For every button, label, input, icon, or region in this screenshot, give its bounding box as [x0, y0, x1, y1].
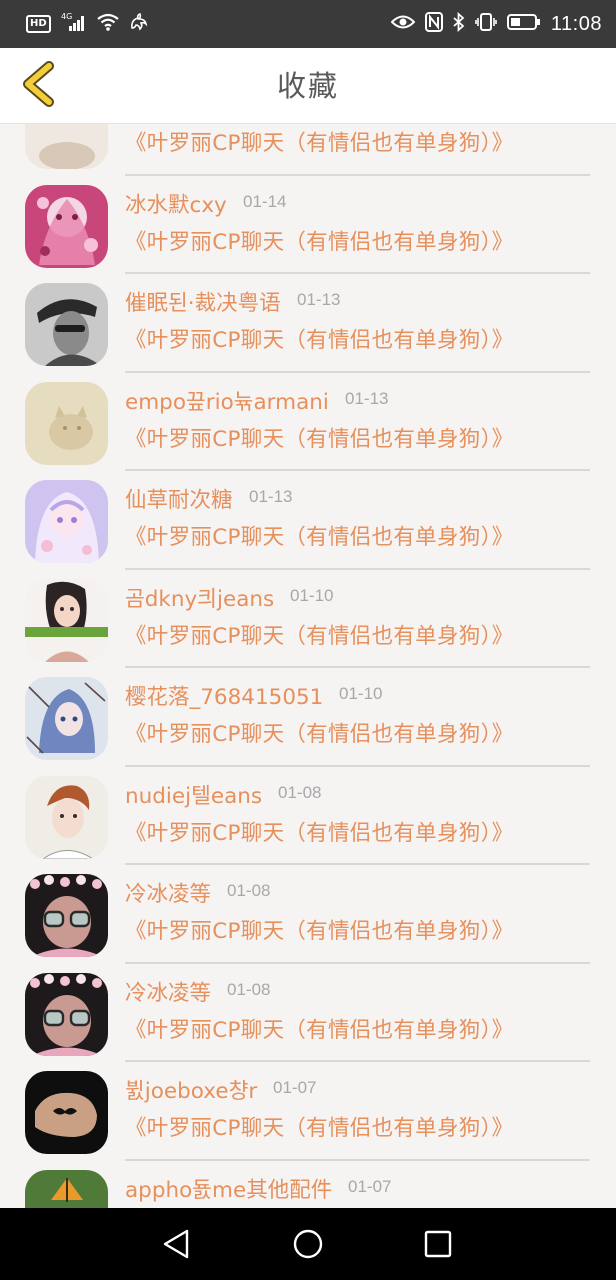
favorite-list-item[interactable]: 仙草耐次糖 01-13 《叶罗丽CP聊天（有情侣也有单身狗）》	[0, 471, 616, 570]
item-date: 01-08	[278, 782, 322, 802]
favorites-list-inner: 《叶罗丽CP聊天（有情侣也有单身狗）》 冰水默cxy 01-14 《叶罗丽CP聊天（有…	[0, 124, 616, 1208]
nav-home-button[interactable]	[288, 1224, 328, 1264]
user-avatar[interactable]	[25, 677, 108, 760]
user-name[interactable]: 冷冰凌等	[125, 877, 211, 908]
user-avatar[interactable]	[25, 283, 108, 366]
item-text-block: 곰dkny킈jeans 01-10 《叶罗丽CP聊天（有情侣也有单身狗）》	[125, 570, 590, 668]
favorite-list-item[interactable]: 뷠joeboxe챵r 01-07 《叶罗丽CP聊天（有情侣也有单身狗）》	[0, 1062, 616, 1161]
user-avatar[interactable]	[25, 1169, 108, 1208]
status-left: HD 4G	[26, 12, 149, 36]
favorite-list-item[interactable]: 樱花落_768415051 01-10 《叶罗丽CP聊天（有情侣也有单身狗）》	[0, 668, 616, 767]
item-text-block: 冷冰凌等 01-08 《叶罗丽CP聊天（有情侣也有单身狗）》	[125, 865, 590, 964]
user-name[interactable]: 仙草耐次糖	[125, 483, 233, 514]
item-date: 01-13	[297, 290, 341, 309]
favorite-list-item[interactable]: 《叶罗丽CP聊天（有情侣也有单身狗）》	[0, 124, 616, 176]
bluetooth-icon	[453, 11, 465, 36]
item-text-block: 仙草耐次糖 01-13 《叶罗丽CP聊天（有情侣也有单身狗）》	[125, 471, 590, 570]
vibrate-icon	[475, 12, 497, 36]
favorite-title-link[interactable]: 《叶罗丽CP聊天（有情侣也有单身狗）》	[125, 1013, 513, 1044]
favorite-list-item[interactable]: 곰dkny킈jeans 01-10 《叶罗丽CP聊天（有情侣也有单身狗）》	[0, 570, 616, 668]
item-text-block: nudiej텔eans 01-08 《叶罗丽CP聊天（有情侣也有单身狗）》	[125, 767, 590, 865]
back-triangle-icon	[163, 1229, 189, 1259]
favorite-list-item[interactable]: 冷冰凌等 01-08 《叶罗丽CP聊天（有情侣也有单身狗）》	[0, 964, 616, 1062]
item-text-block: 催眠된·裁决粤语 01-13 《叶罗丽CP聊天（有情侣也有单身狗）》	[125, 274, 590, 373]
user-name[interactable]: empo끞rio뉶armani	[125, 385, 329, 416]
item-date: 01-10	[290, 585, 334, 605]
favorite-title-link[interactable]: 《叶罗丽CP聊天（有情侣也有单身狗）》	[125, 422, 513, 453]
user-name[interactable]: 樱花落_768415051	[125, 680, 323, 711]
wifi-icon	[96, 13, 119, 35]
nav-back-button[interactable]	[156, 1224, 196, 1264]
favorite-list-item[interactable]: nudiej텔eans 01-08 《叶罗丽CP聊天（有情侣也有单身狗）》	[0, 767, 616, 865]
favorite-title-link[interactable]: 《叶罗丽CP聊天（有情侣也有单身狗）》	[125, 914, 513, 945]
app-header: 收藏	[0, 48, 616, 124]
item-date: 01-14	[243, 191, 287, 211]
item-text-block: empo끞rio뉶armani 01-13 《叶罗丽CP聊天（有情侣也有单身狗）》	[125, 373, 590, 471]
recents-square-icon	[424, 1230, 452, 1258]
user-name[interactable]: 뷠joeboxe챵r	[125, 1074, 257, 1105]
user-avatar[interactable]	[25, 578, 108, 662]
favorite-title-link[interactable]: 《叶罗丽CP聊天（有情侣也有单身狗）》	[125, 816, 513, 847]
nav-recents-button[interactable]	[418, 1224, 458, 1264]
item-date: 01-08	[227, 881, 271, 900]
user-avatar[interactable]	[25, 184, 108, 268]
app-notification-icon	[129, 12, 149, 36]
favorite-title-link[interactable]: 《叶罗丽CP聊天（有情侣也有单身狗）》	[125, 619, 513, 650]
user-name[interactable]: 곰dkny킈jeans	[125, 582, 274, 613]
favorite-title-link[interactable]: 《叶罗丽CP聊天（有情侣也有单身狗）》	[125, 520, 513, 551]
user-avatar[interactable]	[25, 775, 108, 859]
page-title: 收藏	[276, 69, 339, 103]
user-name[interactable]: appho둀me其他配件	[125, 1173, 332, 1204]
favorite-list-item[interactable]: 冰水默cxy 01-14 《叶罗丽CP聊天（有情侣也有单身狗）》	[0, 176, 616, 274]
user-avatar[interactable]	[25, 480, 108, 563]
status-time: 11:08	[550, 12, 602, 35]
status-right: 11:08	[390, 11, 602, 36]
item-date: 01-10	[339, 684, 383, 703]
item-date: 01-08	[227, 979, 271, 999]
favorites-list[interactable]: 《叶罗丽CP聊天（有情侣也有单身狗）》 冰水默cxy 01-14 《叶罗丽CP聊天（有…	[0, 124, 616, 1208]
user-name[interactable]: 冷冰凌等	[125, 976, 211, 1007]
item-text-block: appho둀me其他配件01-07《叶罗丽CP聊天（有情侣也有单身狗）》	[125, 1161, 590, 1209]
item-date: 01-13	[249, 487, 293, 506]
item-date: 01-13	[345, 388, 389, 408]
user-avatar[interactable]	[25, 124, 108, 169]
user-name[interactable]: 催眠된·裁决粤语	[125, 286, 281, 317]
signal-icon: 4G	[61, 12, 87, 36]
item-text-block: 冰水默cxy 01-14 《叶罗丽CP聊天（有情侣也有单身狗）》	[125, 176, 590, 274]
item-date: 01-07	[348, 1176, 392, 1196]
user-avatar[interactable]	[25, 1071, 108, 1154]
hd-badge: HD	[26, 15, 51, 33]
user-name[interactable]: 冰水默cxy	[125, 188, 227, 219]
favorite-title-link[interactable]: 《叶罗丽CP聊天（有情侣也有单身狗）》	[125, 717, 513, 748]
home-circle-icon	[293, 1229, 323, 1259]
item-text-block: 冷冰凌等 01-08 《叶罗丽CP聊天（有情侣也有单身狗）》	[125, 964, 590, 1062]
favorite-list-item[interactable]: 冷冰凌等 01-08 《叶罗丽CP聊天（有情侣也有单身狗）》	[0, 865, 616, 964]
eye-icon	[390, 14, 416, 34]
nfc-icon	[424, 12, 443, 36]
system-nav-bar	[0, 1208, 616, 1280]
favorite-title-link[interactable]: 《叶罗丽CP聊天（有情侣也有单身狗）》	[125, 126, 513, 157]
battery-icon	[506, 13, 541, 35]
item-text-block: 뷠joeboxe챵r 01-07 《叶罗丽CP聊天（有情侣也有单身狗）》	[125, 1062, 590, 1161]
status-bar: HD 4G 11:08	[0, 0, 616, 48]
user-name[interactable]: nudiej텔eans	[125, 779, 262, 810]
favorite-list-item[interactable]: appho둀me其他配件01-07《叶罗丽CP聊天（有情侣也有单身狗）》	[0, 1161, 616, 1209]
favorite-title-link[interactable]: 《叶罗丽CP聊天（有情侣也有单身狗）》	[125, 225, 513, 256]
svg-text:4G: 4G	[61, 12, 72, 21]
user-avatar[interactable]	[25, 874, 108, 957]
item-text-block: 樱花落_768415051 01-10 《叶罗丽CP聊天（有情侣也有单身狗）》	[125, 668, 590, 767]
favorite-list-item[interactable]: 催眠된·裁决粤语 01-13 《叶罗丽CP聊天（有情侣也有单身狗）》	[0, 274, 616, 373]
user-avatar[interactable]	[25, 381, 108, 465]
item-date: 01-07	[273, 1078, 317, 1097]
favorite-title-link[interactable]: 《叶罗丽CP聊天（有情侣也有单身狗）》	[125, 1111, 513, 1142]
user-avatar[interactable]	[25, 972, 108, 1056]
item-text-block: 《叶罗丽CP聊天（有情侣也有单身狗）》	[125, 124, 590, 176]
favorite-title-link[interactable]: 《叶罗丽CP聊天（有情侣也有单身狗）》	[125, 323, 513, 354]
favorite-list-item[interactable]: empo끞rio뉶armani 01-13 《叶罗丽CP聊天（有情侣也有单身狗）》	[0, 373, 616, 471]
